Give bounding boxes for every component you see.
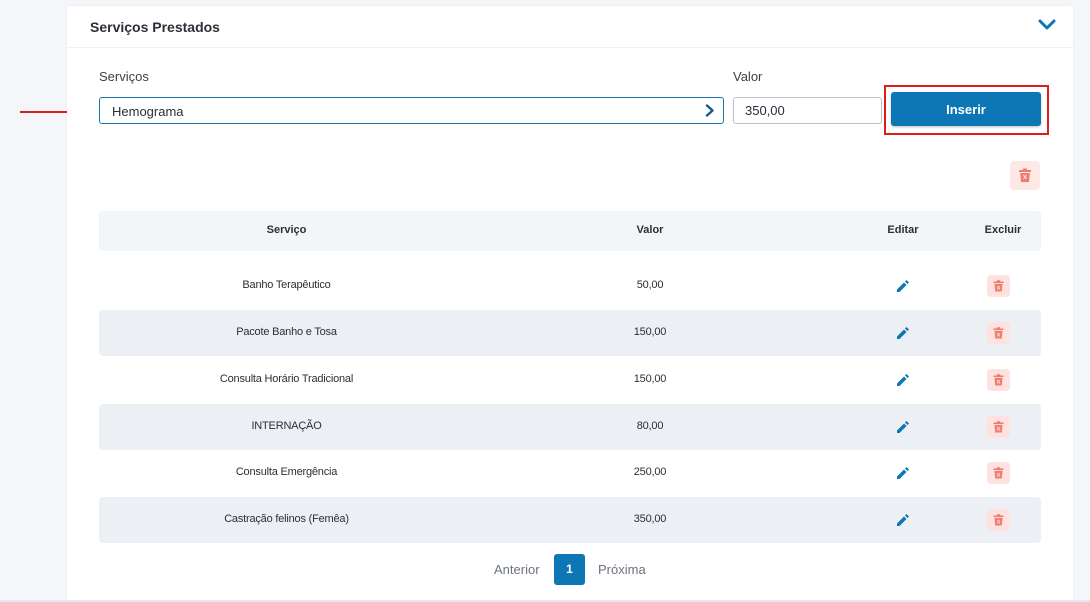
pencil-icon[interactable] bbox=[896, 373, 910, 387]
pagination-prev[interactable]: Anterior bbox=[494, 562, 540, 577]
valor-input[interactable] bbox=[733, 97, 882, 124]
trash-icon bbox=[993, 327, 1004, 339]
pencil-icon[interactable] bbox=[896, 513, 910, 527]
trash-icon bbox=[993, 467, 1004, 479]
header-editar: Editar bbox=[887, 224, 919, 236]
chevron-down-icon[interactable] bbox=[1037, 18, 1057, 32]
section-title: Serviços Prestados bbox=[90, 19, 220, 35]
pencil-icon[interactable] bbox=[896, 420, 910, 434]
table-row: Pacote Banho e Tosa 150,00 bbox=[99, 310, 1041, 356]
table-header: Serviço Valor Editar Excluir bbox=[99, 211, 1041, 251]
row-valor: 150,00 bbox=[633, 373, 667, 385]
delete-row-button[interactable] bbox=[987, 369, 1010, 391]
trash-icon bbox=[993, 421, 1004, 433]
trash-icon bbox=[993, 280, 1004, 292]
chevron-right-icon bbox=[705, 104, 714, 117]
row-valor: 150,00 bbox=[633, 326, 667, 338]
row-servico: Banho Terapêutico bbox=[242, 279, 331, 291]
card-header[interactable]: Serviços Prestados bbox=[67, 6, 1073, 48]
table-row: Castração felinos (Femêa) 350,00 bbox=[99, 497, 1041, 543]
row-servico: Consulta Emergência bbox=[235, 466, 338, 478]
trash-icon bbox=[993, 374, 1004, 386]
row-servico: INTERNAÇÃO bbox=[251, 420, 322, 432]
pagination-next[interactable]: Próxima bbox=[598, 562, 646, 577]
pencil-icon[interactable] bbox=[896, 466, 910, 480]
delete-row-button[interactable] bbox=[987, 275, 1010, 297]
table-row: INTERNAÇÃO 80,00 bbox=[99, 404, 1041, 450]
row-valor: 80,00 bbox=[636, 420, 664, 432]
pencil-icon[interactable] bbox=[896, 326, 910, 340]
pagination-page-current[interactable]: 1 bbox=[554, 554, 585, 585]
header-valor: Valor bbox=[636, 224, 664, 236]
row-valor: 250,00 bbox=[633, 466, 667, 478]
delete-row-button[interactable] bbox=[987, 462, 1010, 484]
row-servico: Consulta Horário Tradicional bbox=[219, 373, 354, 385]
row-valor: 50,00 bbox=[636, 279, 664, 291]
header-excluir: Excluir bbox=[984, 224, 1022, 236]
table-row: Banho Terapêutico 50,00 bbox=[99, 263, 1041, 309]
insert-button[interactable]: Inserir bbox=[891, 92, 1041, 126]
pencil-icon[interactable] bbox=[896, 279, 910, 293]
delete-row-button[interactable] bbox=[987, 509, 1010, 531]
trash-icon bbox=[993, 514, 1004, 526]
valor-label: Valor bbox=[733, 69, 763, 84]
row-servico: Castração felinos (Femêa) bbox=[224, 513, 349, 525]
servicos-select-value: Hemograma bbox=[112, 104, 184, 119]
delete-row-button[interactable] bbox=[987, 322, 1010, 344]
servicos-label: Serviços bbox=[99, 69, 149, 84]
header-servico: Serviço bbox=[266, 224, 307, 236]
row-valor: 350,00 bbox=[633, 513, 667, 525]
table-row: Consulta Emergência 250,00 bbox=[99, 450, 1041, 496]
pagination: Anterior 1 Próxima bbox=[67, 553, 1073, 585]
table-row: Consulta Horário Tradicional 150,00 bbox=[99, 357, 1041, 403]
bulk-delete-button[interactable] bbox=[1010, 161, 1040, 190]
row-servico: Pacote Banho e Tosa bbox=[236, 326, 337, 338]
servicos-select[interactable]: Hemograma bbox=[99, 97, 724, 124]
delete-row-button[interactable] bbox=[987, 416, 1010, 438]
trash-icon bbox=[1019, 168, 1031, 182]
services-card: Serviços Prestados Serviços Valor Hemogr… bbox=[67, 6, 1073, 602]
